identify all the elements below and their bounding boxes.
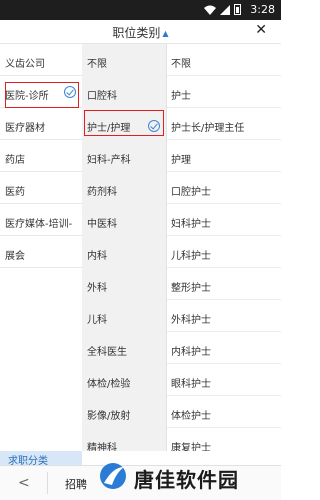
level2-item[interactable]: 内科 — [82, 236, 166, 268]
level3-item-label: 口腔护士 — [171, 187, 211, 198]
level3-item[interactable]: 护士长/护理主任 — [167, 108, 281, 140]
level1-item[interactable]: 药店 — [0, 140, 82, 172]
level3-item[interactable]: 儿科护士 — [167, 236, 281, 268]
page-title[interactable]: 职位类别 ▲ — [0, 24, 281, 41]
category-level1-list: 义齿公司 医院-诊所 医疗器材 药店 医药 医疗媒体-培训- 展会 — [0, 44, 82, 451]
level1-item[interactable]: 医疗器材 — [0, 108, 82, 140]
level2-item[interactable]: 全科医生 — [82, 332, 166, 364]
wifi-icon — [204, 5, 216, 15]
level1-item-label: 义齿公司 — [5, 59, 45, 70]
level3-item-label: 内科护士 — [171, 347, 211, 358]
level2-item-selected[interactable]: 护士/护理 — [82, 108, 166, 140]
watermark-text: 唐佳软件园 — [134, 468, 239, 492]
header: 职位类别 ▲ ✕ — [0, 20, 281, 44]
level2-item[interactable]: 不限 — [82, 44, 166, 76]
level3-item[interactable]: 妇科护士 — [167, 204, 281, 236]
watermark: 唐佳软件园 — [98, 456, 281, 500]
level2-item[interactable]: 精神科 — [82, 428, 166, 451]
level1-item[interactable]: 展会 — [0, 236, 82, 268]
level2-item-label: 体检/检验 — [87, 379, 131, 390]
check-circle-icon — [148, 120, 160, 132]
status-icons — [204, 4, 241, 15]
level2-item-label: 外科 — [87, 283, 107, 294]
level3-item[interactable]: 护士 — [167, 76, 281, 108]
watermark-logo — [100, 463, 126, 489]
level2-item-label: 内科 — [87, 251, 107, 262]
signal-icon — [220, 4, 230, 15]
bottom-partial-label[interactable]: 招聘 — [65, 476, 87, 492]
level1-item[interactable]: 医药 — [0, 172, 82, 204]
level1-item-label: 医疗器材 — [5, 123, 45, 134]
level2-item-label: 妇科-产科 — [87, 155, 131, 166]
level2-item[interactable]: 口腔科 — [82, 76, 166, 108]
level2-item-label: 口腔科 — [87, 91, 117, 102]
level3-item-label: 护士 — [171, 91, 191, 102]
level3-item[interactable]: 体检护士 — [167, 396, 281, 428]
status-time: 3:28 — [250, 3, 275, 16]
level2-item[interactable]: 妇科-产科 — [82, 140, 166, 172]
level3-item[interactable]: 外科护士 — [167, 300, 281, 332]
level3-item-label: 外科护士 — [171, 315, 211, 326]
level3-item-label: 护理 — [171, 155, 191, 166]
level1-item-label: 医药 — [5, 187, 25, 198]
level3-item[interactable]: 整形护士 — [167, 268, 281, 300]
level3-item-label: 不限 — [171, 59, 191, 70]
level1-item[interactable]: 义齿公司 — [0, 44, 82, 76]
level2-item[interactable]: 中医科 — [82, 204, 166, 236]
level3-item[interactable]: 不限 — [167, 44, 281, 76]
level2-item-label: 精神科 — [87, 443, 117, 451]
status-bar: 3:28 — [0, 0, 281, 20]
level3-item-label: 眼科护士 — [171, 379, 211, 390]
category-level3-list: 不限 护士 护士长/护理主任 护理 口腔护士 妇科护士 儿科护士 整形护士 外科… — [166, 44, 281, 451]
level2-item[interactable]: 药剂科 — [82, 172, 166, 204]
category-level2-list: 不限 口腔科 护士/护理 妇科-产科 药剂科 中医科 内科 外科 儿科 全科医生… — [82, 44, 166, 451]
level2-item-label: 儿科 — [87, 315, 107, 326]
back-arrow-icon[interactable]: < — [18, 475, 30, 491]
level3-item[interactable]: 口腔护士 — [167, 172, 281, 204]
level3-item-label: 体检护士 — [171, 411, 211, 422]
level3-item[interactable]: 康复护士 — [167, 428, 281, 451]
level2-item[interactable]: 影像/放射 — [82, 396, 166, 428]
level1-item-label: 医疗媒体-培训- — [5, 219, 73, 230]
level3-item-label: 护士长/护理主任 — [171, 123, 245, 134]
caret-up-icon: ▲ — [162, 29, 169, 38]
level3-item[interactable]: 内科护士 — [167, 332, 281, 364]
level3-item-label: 整形护士 — [171, 283, 211, 294]
level2-item-label: 护士/护理 — [87, 123, 131, 134]
level2-item[interactable]: 儿科 — [82, 300, 166, 332]
level1-item-label: 医院-诊所 — [5, 91, 49, 102]
divider — [47, 472, 48, 494]
level3-item[interactable]: 眼科护士 — [167, 364, 281, 396]
level3-item-label: 妇科护士 — [171, 219, 211, 230]
battery-icon — [234, 4, 241, 15]
level2-item[interactable]: 外科 — [82, 268, 166, 300]
level3-item-label: 康复护士 — [171, 443, 211, 451]
level2-item-label: 不限 — [87, 59, 107, 70]
level2-item-label: 中医科 — [87, 219, 117, 230]
level1-item[interactable]: 医疗媒体-培训- — [0, 204, 82, 236]
close-icon[interactable]: ✕ — [255, 22, 267, 38]
level2-item[interactable]: 体检/检验 — [82, 364, 166, 396]
check-circle-icon — [64, 86, 76, 98]
level2-item-label: 药剂科 — [87, 187, 117, 198]
level1-item-label: 展会 — [5, 251, 25, 262]
level2-item-label: 影像/放射 — [87, 411, 131, 422]
tab-job-category[interactable]: 求职分类 — [0, 451, 82, 467]
level3-item[interactable]: 护理 — [167, 140, 281, 172]
level1-item-selected[interactable]: 医院-诊所 — [0, 76, 82, 108]
page-title-label: 职位类别 — [112, 26, 161, 40]
level3-item-label: 儿科护士 — [171, 251, 211, 262]
level2-item-label: 全科医生 — [87, 347, 127, 358]
level1-item-label: 药店 — [5, 155, 25, 166]
